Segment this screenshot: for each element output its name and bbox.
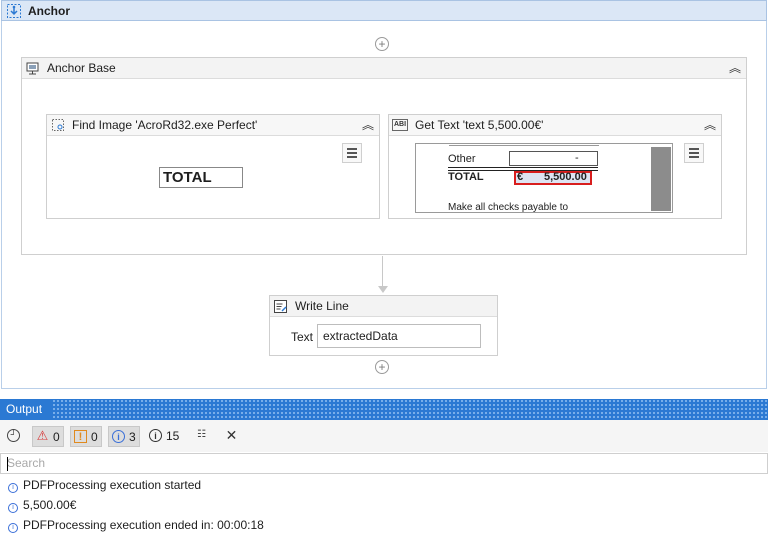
preview-amount: 5,500.00 <box>544 171 587 183</box>
warnings-count: 0 <box>91 430 98 444</box>
write-line-title: Write Line <box>295 299 349 313</box>
get-text-title: Get Text 'text 5,500.00€' <box>415 118 544 132</box>
error-icon: ⚠ <box>36 428 49 443</box>
trace-filter-button[interactable]: i 15 <box>146 426 184 447</box>
log-entry[interactable]: i PDFProcessing execution ended in: 00:00… <box>8 516 264 534</box>
workflow-designer: Anchor + Anchor Base ︽ Find Image 'AcroR… <box>0 0 768 391</box>
output-panel-header: Output <box>0 399 768 420</box>
trace-count: 15 <box>166 429 180 443</box>
errors-filter-button[interactable]: ⚠ 0 <box>32 426 64 447</box>
copy-output-button[interactable]: ☷ <box>192 426 212 447</box>
find-image-preview: TOTAL <box>159 167 243 188</box>
get-text-preview-image: Other - TOTAL € 5,500.00 Make all checks… <box>415 143 673 213</box>
anchor-title: Anchor <box>28 4 70 18</box>
warnings-filter-button[interactable]: ! 0 <box>70 426 102 447</box>
get-text-menu-icon[interactable] <box>684 143 704 163</box>
find-image-title: Find Image 'AcroRd32.exe Perfect' <box>72 118 258 132</box>
preview-scrollbar <box>651 147 671 211</box>
find-image-menu-icon[interactable] <box>342 143 362 163</box>
write-line-icon <box>273 299 288 314</box>
log-text: PDFProcessing execution ended in: 00:00:… <box>23 518 264 532</box>
log-info-icon: i <box>8 523 18 533</box>
output-search-input[interactable]: Search <box>0 453 768 474</box>
connector-line <box>382 256 383 288</box>
preview-total-label: TOTAL <box>448 171 484 183</box>
add-activity-top-icon[interactable]: + <box>375 37 389 51</box>
preview-other-label: Other <box>448 153 476 165</box>
clear-output-button[interactable]: ✕ <box>222 426 242 447</box>
preview-other-value: - <box>575 152 579 164</box>
log-info-icon: i <box>8 483 18 493</box>
log-entry[interactable]: i PDFProcessing execution started <box>8 476 201 494</box>
preview-currency: € <box>517 171 524 183</box>
log-text: PDFProcessing execution started <box>23 478 202 492</box>
close-icon: ✕ <box>225 427 238 443</box>
anchor-base-header[interactable]: Anchor Base ︽ <box>22 58 746 79</box>
output-toolbar: ┘ ⚠ 0 ! 0 i 3 i 15 ☷ ✕ <box>0 420 768 452</box>
write-line-text-field[interactable]: extractedData <box>317 324 481 348</box>
info-filter-button[interactable]: i 3 <box>108 426 140 447</box>
info-count: 3 <box>129 430 136 444</box>
preview-other-box <box>509 151 598 166</box>
preview-footer: Make all checks payable to <box>448 202 569 213</box>
write-line-header[interactable]: Write Line <box>270 296 497 317</box>
find-image-header[interactable]: Find Image 'AcroRd32.exe Perfect' ︽ <box>47 115 379 136</box>
warning-icon: ! <box>74 430 87 443</box>
preview-clipped-row <box>449 144 599 146</box>
timestamp-toggle-button[interactable]: ┘ <box>4 426 24 447</box>
collapse-anchor-base-icon[interactable]: ︽ <box>728 61 742 75</box>
output-title-wrap: Output <box>0 399 52 420</box>
output-title: Output <box>6 402 43 416</box>
find-image-icon <box>51 118 65 132</box>
write-line-text-label: Text <box>291 330 314 344</box>
anchor-base-title: Anchor Base <box>47 61 116 75</box>
log-entry[interactable]: i 5,500.00€ <box>8 496 76 514</box>
collapse-get-text-icon[interactable]: ︽ <box>703 118 717 132</box>
anchor-activity-header[interactable]: Anchor <box>1 0 767 21</box>
list-settings-icon: ☷ <box>197 429 206 440</box>
get-text-icon: ABI <box>392 119 408 131</box>
trace-icon: i <box>149 429 162 442</box>
add-activity-bottom-icon[interactable]: + <box>375 360 389 374</box>
collapse-find-image-icon[interactable]: ︽ <box>361 118 375 132</box>
text-caret <box>7 457 8 471</box>
connector-arrow-icon <box>378 286 388 293</box>
log-text: 5,500.00€ <box>23 498 77 512</box>
get-text-header[interactable]: ABI Get Text 'text 5,500.00€' ︽ <box>389 115 721 136</box>
anchor-base-icon <box>25 61 40 76</box>
errors-count: 0 <box>53 430 60 444</box>
output-search-placeholder: Search <box>7 456 46 470</box>
anchor-icon <box>6 3 22 19</box>
log-info-icon: i <box>8 503 18 513</box>
clock-icon: ┘ <box>7 429 20 442</box>
info-icon: i <box>112 430 125 443</box>
